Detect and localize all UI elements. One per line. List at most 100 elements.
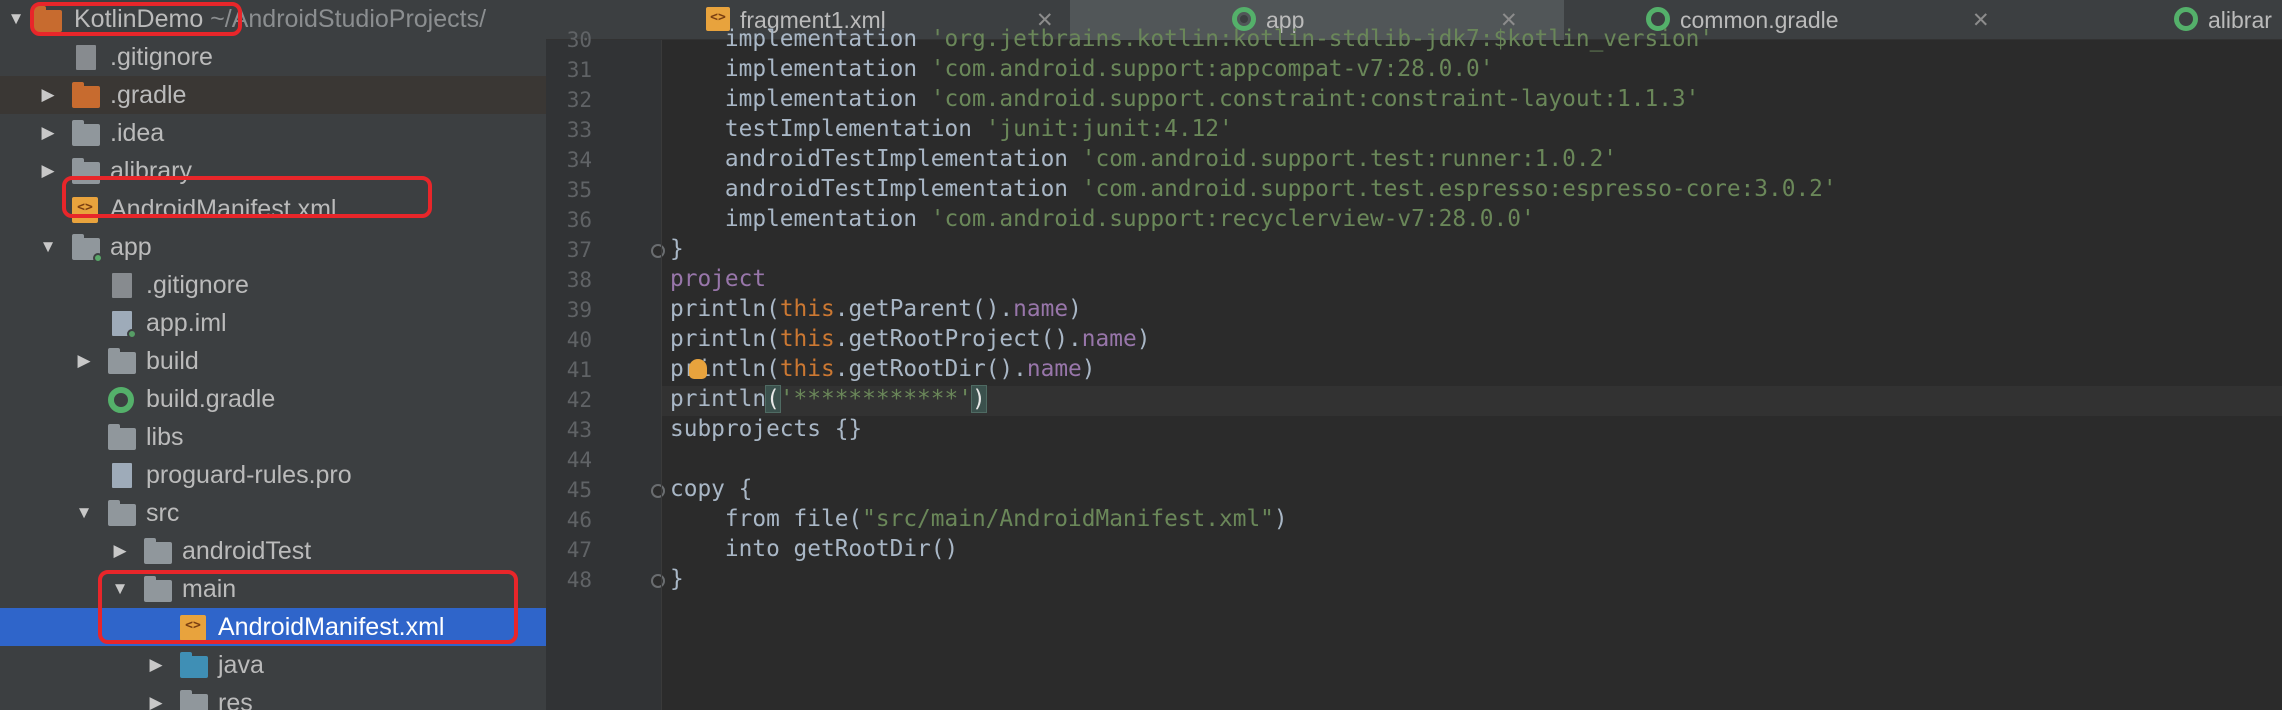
tree-item-label: build.gradle — [146, 385, 275, 414]
code-token: this — [779, 356, 835, 382]
code-token: from file( — [670, 506, 863, 532]
code-line[interactable]: println('************') — [662, 385, 2282, 416]
tree-item-res[interactable]: ▶ res — [0, 684, 546, 710]
code-token: println( — [670, 356, 780, 382]
code-token: subprojects {} — [670, 416, 863, 442]
code-token: this — [779, 296, 835, 322]
line-number: 30 — [566, 28, 592, 52]
tree-item-name: app — [110, 232, 152, 261]
tree-item-app[interactable]: ▼ app — [0, 228, 546, 266]
code-line[interactable]: testImplementation 'junit:junit:4.12' — [670, 116, 1233, 146]
code-token: 'com.android.support.test.espresso:espre… — [1081, 176, 1837, 202]
collapse-arrow-icon[interactable]: ▶ — [38, 161, 58, 181]
tab-alibrary[interactable]: alibrar — [2058, 0, 2282, 40]
line-number: 34 — [566, 148, 592, 172]
lightbulb-icon[interactable] — [689, 359, 707, 379]
line-number: 37 — [566, 238, 592, 262]
code-token: name — [1026, 356, 1082, 382]
tree-item-java[interactable]: ▶ java — [0, 646, 546, 684]
collapse-arrow-icon[interactable]: ▶ — [74, 351, 94, 371]
module-folder-icon — [72, 234, 103, 263]
code-token: name — [1013, 296, 1069, 322]
code-line[interactable]: implementation 'com.android.support:recy… — [670, 206, 1535, 236]
code-editor[interactable]: implementation 'org.jetbrains.kotlin:kot… — [662, 26, 2282, 710]
collapse-arrow-icon[interactable]: ▶ — [38, 85, 58, 105]
tree-item-androidtest[interactable]: ▶ androidTest — [0, 532, 546, 570]
tree-item-label: .gitignore — [146, 271, 249, 300]
code-token: androidTestImplementation — [670, 146, 1082, 172]
file-icon — [108, 463, 136, 488]
code-line[interactable]: androidTestImplementation 'com.android.s… — [670, 176, 1837, 206]
line-number: 40 — [566, 328, 592, 352]
code-token: '************' — [779, 386, 972, 412]
code-line[interactable]: implementation 'com.android.support:appc… — [670, 56, 1494, 86]
code-line[interactable]: println(this.getParent().name) — [670, 296, 1082, 326]
code-token: println( — [670, 326, 780, 352]
expand-arrow-icon[interactable]: ▼ — [6, 9, 26, 29]
code-line[interactable]: project — [670, 266, 766, 296]
code-line[interactable]: from file("src/main/AndroidManifest.xml"… — [670, 506, 1288, 536]
line-number: 31 — [566, 58, 592, 82]
folder-icon — [108, 500, 136, 526]
resource-folder-icon — [180, 690, 208, 710]
tree-item-label: .gitignore — [110, 43, 213, 72]
tree-item-build-gradle[interactable]: build.gradle — [0, 380, 546, 418]
line-number: 35 — [566, 178, 592, 202]
tree-item-src[interactable]: ▼ src — [0, 494, 546, 532]
file-icon — [72, 45, 100, 70]
code-token: 'org.jetbrains.kotlin:kotlin-stdlib-jdk7… — [930, 26, 1714, 52]
code-line[interactable]: } — [670, 566, 684, 596]
tree-item-name: src — [146, 498, 180, 527]
tree-item-idea[interactable]: ▶ .idea — [0, 114, 546, 152]
code-line[interactable]: implementation 'org.jetbrains.kotlin:kot… — [670, 26, 1713, 56]
code-line[interactable]: subprojects {} — [670, 416, 862, 446]
tree-item-name: .gitignore — [110, 42, 213, 71]
tree-item-name: libs — [146, 422, 184, 451]
annotation-box — [62, 176, 432, 218]
tree-item-label: app.iml — [146, 309, 227, 338]
code-line[interactable]: copy { — [670, 476, 752, 506]
code-line[interactable]: into getRootDir() — [670, 536, 958, 566]
code-token: .getParent(). — [834, 296, 1014, 322]
tree-item-build[interactable]: ▶ build — [0, 342, 546, 380]
code-token: println( — [670, 296, 780, 322]
code-token: "src/main/AndroidManifest.xml" — [862, 506, 1274, 532]
code-token: ) — [1081, 356, 1096, 382]
code-token: implementation — [670, 206, 931, 232]
tree-item-label: .gradle — [110, 81, 186, 110]
collapse-arrow-icon[interactable]: ▶ — [110, 541, 130, 561]
tree-item-gitignore[interactable]: .gitignore — [0, 266, 546, 304]
close-icon[interactable]: ✕ — [1972, 8, 1990, 33]
tree-item-gitignore[interactable]: .gitignore — [0, 38, 546, 76]
code-token: ) — [1136, 326, 1151, 352]
code-line[interactable]: implementation 'com.android.support.cons… — [670, 86, 1699, 116]
code-token: ) — [970, 385, 987, 413]
line-number: 47 — [566, 538, 592, 562]
collapse-arrow-icon[interactable]: ▶ — [146, 693, 166, 710]
tree-item-gradle[interactable]: ▶ .gradle — [0, 76, 546, 114]
gradle-icon — [2174, 7, 2202, 31]
code-token: implementation — [670, 86, 931, 112]
tree-item-app-iml[interactable]: app.iml — [0, 304, 546, 342]
code-token: project — [670, 266, 767, 292]
tree-item-label: app — [110, 233, 152, 262]
expand-arrow-icon[interactable]: ▼ — [74, 503, 94, 523]
code-line[interactable]: androidTestImplementation 'com.android.s… — [670, 146, 1617, 176]
tree-item-name: .gradle — [110, 80, 187, 109]
line-number: 42 — [566, 388, 592, 412]
tree-item-proguard-rules-pro[interactable]: proguard-rules.pro — [0, 456, 546, 494]
tree-item-libs[interactable]: libs — [0, 418, 546, 456]
expand-arrow-icon[interactable]: ▼ — [38, 237, 58, 257]
line-number: 45 — [566, 478, 592, 502]
code-line[interactable]: println(this.getRootProject().name) — [670, 326, 1150, 356]
code-token: } — [670, 236, 684, 262]
line-number: 32 — [566, 88, 592, 112]
collapse-arrow-icon[interactable]: ▶ — [146, 655, 166, 675]
project-tree-panel: ▼ KotlinDemo ~/AndroidStudioProjects/.git… — [0, 0, 546, 710]
collapse-arrow-icon[interactable]: ▶ — [38, 123, 58, 143]
code-line[interactable]: } — [670, 236, 684, 266]
code-line[interactable]: println(this.getRootDir().name) — [670, 356, 1096, 386]
code-token: println — [670, 386, 767, 412]
tree-item-label: res — [218, 689, 253, 710]
line-number: 46 — [566, 508, 592, 532]
